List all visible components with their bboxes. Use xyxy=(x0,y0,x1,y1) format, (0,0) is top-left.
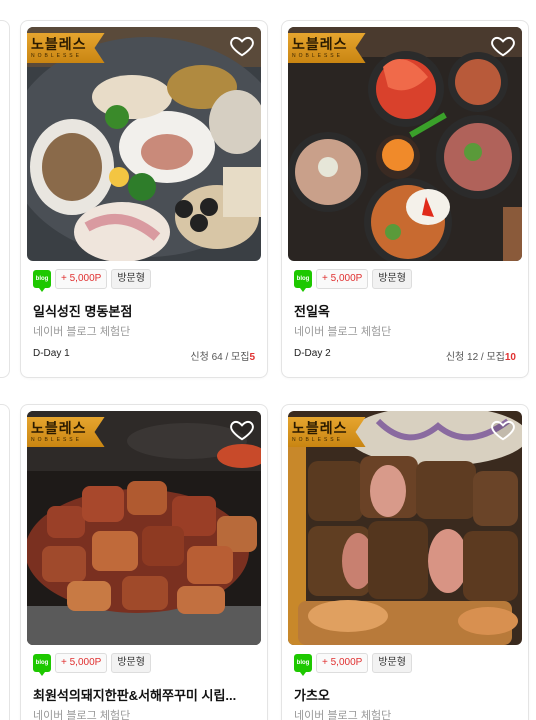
d-day-label: D-Day 2 xyxy=(294,348,331,359)
campaign-title[interactable]: 최원석의돼지한판&서해쭈꾸미 시립... xyxy=(33,685,257,704)
heart-outline-icon[interactable] xyxy=(229,417,255,443)
campaign-thumbnail[interactable]: 노블레스 NOBLESSE xyxy=(27,411,261,645)
point-badge: + 5,000P xyxy=(55,269,108,289)
visit-type-badge: 방문형 xyxy=(372,269,412,289)
campaign-card[interactable]: 노블레스 NOBLESSE blog + 5,000P 방문형 가츠오 네이버 … xyxy=(281,404,529,720)
d-day-label: D-Day 1 xyxy=(33,348,70,359)
campaign-thumbnail[interactable]: 노블레스 NOBLESSE xyxy=(288,411,522,645)
brand-badge: 노블레스 NOBLESSE xyxy=(27,417,105,447)
tag-row: blog + 5,000P 방문형 xyxy=(294,653,412,676)
naver-blog-icon: blog xyxy=(294,654,312,676)
campaign-thumbnail[interactable]: 노블레스 NOBLESSE xyxy=(288,27,522,261)
campaign-title[interactable]: 전일옥 xyxy=(294,301,518,320)
recruit-count: 10 xyxy=(504,352,516,363)
point-badge: + 5,000P xyxy=(316,269,369,289)
brand-badge: 노블레스 NOBLESSE xyxy=(288,417,366,447)
heart-outline-icon[interactable] xyxy=(490,33,516,59)
campaign-channel: 네이버 블로그 체험단 xyxy=(294,710,392,720)
brand-badge: 노블레스 NOBLESSE xyxy=(27,33,105,63)
tag-row: blog + 5,000P 방문형 xyxy=(33,269,151,292)
brand-badge: 노블레스 NOBLESSE xyxy=(288,33,366,63)
visit-type-badge: 방문형 xyxy=(111,653,151,673)
tag-row: blog + 5,000P 방문형 xyxy=(33,653,151,676)
point-badge: + 5,000P xyxy=(316,653,369,673)
naver-blog-icon: blog xyxy=(33,270,51,292)
point-badge: + 5,000P xyxy=(55,653,108,673)
tag-row: blog + 5,000P 방문형 xyxy=(294,269,412,292)
naver-blog-icon: blog xyxy=(294,270,312,292)
campaign-card[interactable]: 노블레스 NOBLESSE blog + 5,000P 방문형 전일옥 네이버 … xyxy=(281,20,529,378)
heart-outline-icon[interactable] xyxy=(490,417,516,443)
partial-card-left xyxy=(0,20,10,378)
visit-type-badge: 방문형 xyxy=(111,269,151,289)
naver-blog-icon: blog xyxy=(33,654,51,676)
applicant-count: 신청 12 / 모집10 xyxy=(445,352,516,363)
campaign-card[interactable]: 노블레스 NOBLESSE blog + 5,000P 방문형 일식성진 명동본… xyxy=(20,20,268,378)
campaign-channel: 네이버 블로그 체험단 xyxy=(33,710,131,720)
heart-outline-icon[interactable] xyxy=(229,33,255,59)
recruit-count: 5 xyxy=(249,352,255,363)
campaign-title[interactable]: 가츠오 xyxy=(294,685,518,704)
campaign-channel: 네이버 블로그 체험단 xyxy=(33,326,131,338)
campaign-channel: 네이버 블로그 체험단 xyxy=(294,326,392,338)
applicant-count: 신청 64 / 모집5 xyxy=(190,352,255,363)
campaign-title[interactable]: 일식성진 명동본점 xyxy=(33,301,257,320)
campaign-card[interactable]: 노블레스 NOBLESSE blog + 5,000P 방문형 최원석의돼지한판… xyxy=(20,404,268,720)
partial-card-left xyxy=(0,404,10,720)
campaign-thumbnail[interactable]: 노블레스 NOBLESSE xyxy=(27,27,261,261)
visit-type-badge: 방문형 xyxy=(372,653,412,673)
